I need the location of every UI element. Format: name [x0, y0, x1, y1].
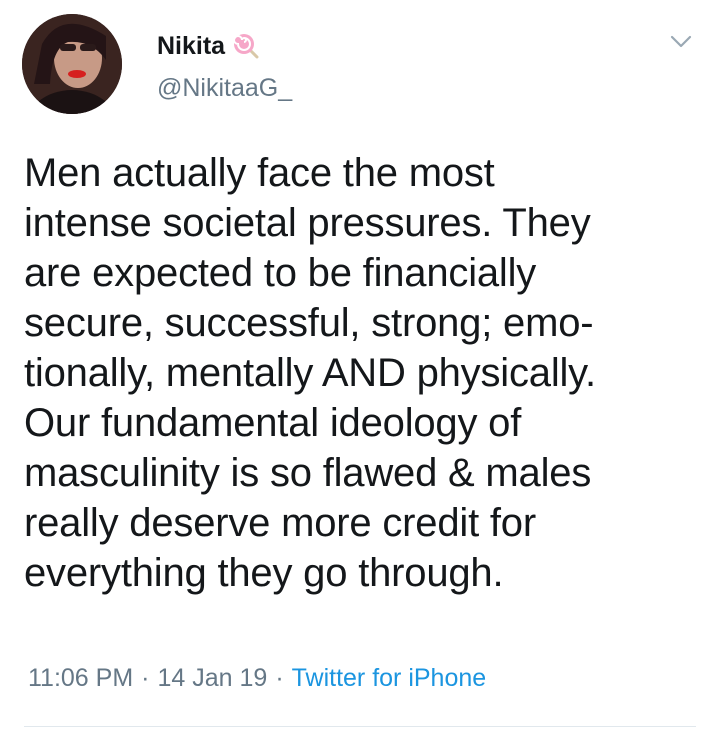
avatar-photo — [22, 14, 122, 114]
meta-separator: · — [275, 664, 284, 692]
tweet-time[interactable]: 11:06 PM — [28, 664, 133, 693]
tweet-date[interactable]: 14 Jan 19 — [157, 664, 267, 693]
user-handle[interactable]: @NikitaaG_ — [157, 74, 292, 103]
divider — [24, 726, 696, 727]
lollipop-icon — [233, 33, 259, 59]
display-name[interactable]: Nikita — [157, 32, 225, 61]
avatar[interactable] — [22, 14, 122, 114]
tweet-meta: 11:06 PM · 14 Jan 19 · Twitter for iPhon… — [28, 664, 486, 693]
tweet-source-link[interactable]: Twitter for iPhone — [292, 664, 487, 693]
name-row: Nikita — [157, 30, 259, 62]
chevron-down-icon[interactable] — [668, 28, 694, 54]
meta-separator: · — [141, 664, 150, 692]
tweet-text: Men actually face the most intense socie… — [24, 151, 596, 595]
